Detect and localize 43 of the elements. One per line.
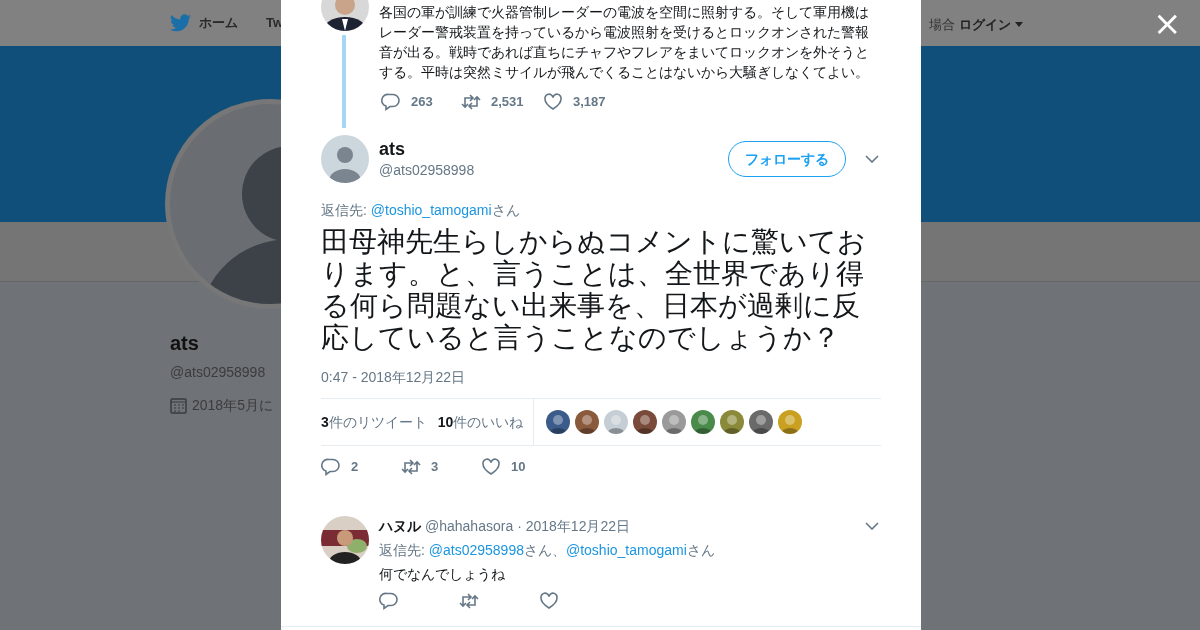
reply-to-line: 返信先: @toshio_tamogami さん — [321, 201, 521, 220]
retweet-icon — [401, 457, 421, 477]
calendar-icon — [170, 397, 187, 414]
tweet-date[interactable]: · 2018年12月22日 — [517, 516, 630, 536]
user-handle: @ats02958998 — [379, 161, 475, 180]
heart-icon — [539, 591, 559, 611]
tweet-timestamp: 0:47 - 2018年12月22日 — [321, 368, 466, 387]
retweet-icon — [459, 591, 479, 611]
reply-to-line: 返信先: @ats02958998さん、@toshio_tamogami さん — [379, 541, 716, 560]
login-prompt: 場合 — [928, 16, 955, 34]
reply-icon — [379, 591, 399, 611]
user-name[interactable]: ハヌル — [379, 516, 421, 536]
stat-link[interactable]: 3件のリツイート — [321, 411, 427, 433]
chevron-icon[interactable] — [865, 522, 879, 530]
reply-button[interactable]: 263 — [381, 92, 461, 112]
reply-icon — [321, 457, 341, 477]
default-avatar — [321, 135, 369, 183]
mention-link[interactable]: @toshio_tamogami — [370, 202, 492, 218]
stat-link[interactable]: 10件のいいね — [437, 411, 524, 433]
heart-icon — [481, 457, 501, 477]
bird-icon — [170, 13, 191, 32]
reply-icon — [381, 92, 401, 112]
mention-link[interactable]: @toshio_tamogami — [565, 542, 687, 558]
login-link[interactable]: ログイン — [959, 15, 1011, 35]
tweet-text: 各国の軍が訓練で火器管制レーダーの電波を空間に照射する。そして軍用機はレーダー警戒装置を持っているから電波照射を受けるとロックオンされた警報音が出る。戦時であれば直ちにチャフやフレアをまいてロックオンを外そうとする。平時は突然ミサイルが飛んでくることはないから大騒ぎしなくてよい。 — [379, 3, 870, 82]
user-handle: @hahahasora — [425, 517, 514, 536]
caret-icon — [1015, 22, 1023, 28]
tweet-text: 田母神先生らしからぬコメントに驚いております。と、言うことは、全世界であり得る何ら問題ない出来事を、日本が過剰に反応していると言うことなのでしょうか？ — [321, 226, 867, 354]
close-button[interactable]: × — [1153, 5, 1181, 41]
retweet-icon — [461, 92, 481, 112]
like-button[interactable]: 3,187 — [543, 92, 623, 112]
like-button[interactable]: 10 — [481, 457, 561, 477]
retweet-button[interactable]: 3 — [401, 457, 481, 477]
heart-icon — [543, 92, 563, 112]
chevron-icon[interactable] — [865, 155, 879, 163]
reply-button[interactable]: 2 — [321, 457, 401, 477]
profile-name: ats — [170, 331, 200, 356]
retweet-button[interactable]: 2,531 — [461, 92, 543, 112]
home-link[interactable]: ホーム — [199, 13, 238, 33]
user-name[interactable]: ats — [379, 138, 475, 160]
mention-link[interactable]: @ats02958998 — [428, 542, 524, 558]
tweet-text: 何でなんでしょうね — [379, 565, 506, 584]
profile-handle: @ats02958998 — [170, 363, 267, 382]
